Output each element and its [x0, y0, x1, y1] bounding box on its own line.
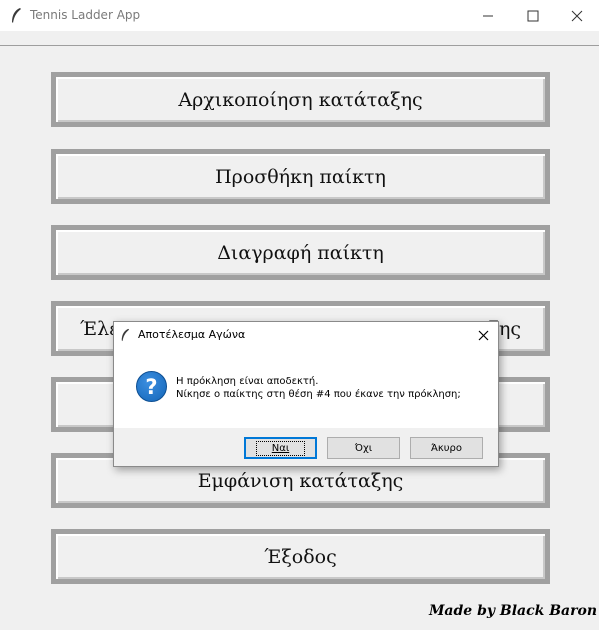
minimize-button[interactable] — [465, 0, 511, 31]
window-title: Tennis Ladder App — [30, 8, 141, 22]
delete-player-button[interactable]: Διαγραφή παίκτη — [51, 225, 550, 280]
dialog-titlebar: Αποτέλεσμα Αγώνα — [114, 322, 498, 348]
match-result-dialog: Αποτέλεσμα Αγώνα ? Η πρόκληση είναι αποδ… — [113, 321, 499, 467]
dialog-body: ? Η πρόκληση είναι αποδεκτή. Νίκησε ο πα… — [114, 348, 498, 428]
minimize-icon — [483, 15, 493, 16]
close-icon — [571, 10, 583, 21]
yes-label: Ναι — [255, 440, 306, 456]
feather-icon — [121, 328, 130, 342]
maximize-button[interactable] — [510, 0, 556, 31]
button-label: Διαγραφή παίκτη — [217, 241, 384, 264]
dialog-message: Η πρόκληση είναι αποδεκτή. Νίκησε ο παίκ… — [176, 375, 461, 401]
cancel-label: Άκυρο — [430, 442, 463, 454]
cancel-button[interactable]: Άκυρο — [410, 437, 483, 459]
init-ranking-button[interactable]: Αρχικοποίηση κατάταξης — [51, 72, 550, 127]
no-label: Όχι — [354, 442, 373, 454]
window-titlebar: Tennis Ladder App — [0, 0, 599, 31]
dialog-close-button[interactable] — [472, 325, 494, 345]
yes-button[interactable]: Ναι — [244, 437, 317, 459]
maximize-icon — [527, 10, 539, 21]
close-icon — [478, 330, 488, 340]
menu-strip — [0, 31, 599, 46]
button-label: Αρχικοποίηση κατάταξης — [178, 88, 423, 111]
button-label: Έξοδος — [264, 545, 337, 568]
button-label: Προσθήκη παίκτη — [215, 165, 386, 188]
question-icon: ? — [136, 371, 167, 402]
credit-text: Made by Black Baron — [428, 603, 597, 619]
button-label: Εμφάνιση κατάταξης — [197, 469, 404, 492]
exit-button[interactable]: Έξοδος — [51, 529, 550, 584]
dialog-title: Αποτέλεσμα Αγώνα — [138, 328, 246, 341]
dialog-footer: Ναι Όχι Άκυρο — [114, 428, 498, 466]
close-button[interactable] — [554, 0, 599, 31]
message-line-2: Νίκησε ο παίκτης στη θέση #4 που έκανε τ… — [176, 389, 461, 400]
no-button[interactable]: Όχι — [327, 437, 400, 459]
feather-icon — [12, 8, 21, 23]
message-line-1: Η πρόκληση είναι αποδεκτή. — [176, 376, 319, 387]
add-player-button[interactable]: Προσθήκη παίκτη — [51, 149, 550, 204]
